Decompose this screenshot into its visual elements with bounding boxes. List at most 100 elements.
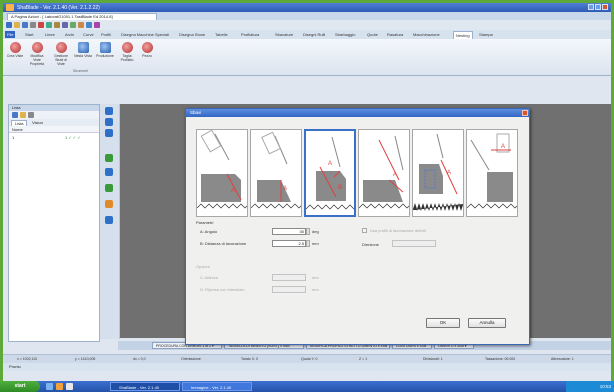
paste-icon[interactable] <box>54 22 60 28</box>
print-icon[interactable] <box>30 22 36 28</box>
draw-tool-icon[interactable] <box>105 184 113 192</box>
taskbar-item-shablade[interactable]: ShaBlade - Ver. 2.1.40 <box>110 382 180 391</box>
list-item-status: 1 ✓ ✓ ✓ <box>65 135 81 140</box>
menu-tabelle[interactable]: Tabelle <box>213 31 230 38</box>
minimize-button[interactable] <box>588 4 594 10</box>
menu-quote[interactable]: Quote <box>365 31 380 38</box>
maximize-button[interactable] <box>595 4 601 10</box>
angle-spinner[interactable] <box>306 228 310 235</box>
svg-text:A: A <box>283 186 287 192</box>
zoom-tool-icon[interactable] <box>105 200 113 208</box>
strategy-1-illustration: A <box>197 130 247 209</box>
strategy-option-1[interactable]: A <box>196 129 248 217</box>
new-file-icon[interactable] <box>6 22 12 28</box>
rotate-tool-icon[interactable] <box>105 129 113 137</box>
show-desktop-icon[interactable] <box>46 383 53 390</box>
menu-disegna-stone[interactable]: Disegna Stone <box>177 31 207 38</box>
ribbon: Crea Viste Modifica Viste Proprietà Gest… <box>3 39 611 76</box>
close-button[interactable] <box>602 4 608 10</box>
browser-icon[interactable] <box>56 383 63 390</box>
distance-spinner[interactable] <box>306 240 310 247</box>
gap-input[interactable] <box>272 286 306 293</box>
strategy-option-5[interactable]: A <box>412 129 464 217</box>
start-button[interactable]: start <box>0 381 40 392</box>
pan-tool-icon[interactable] <box>105 216 113 224</box>
menu-disegni-rulli[interactable]: Disegni Rulli <box>301 31 327 38</box>
menu-file[interactable]: File <box>5 31 16 38</box>
vertical-toolbar <box>100 104 120 339</box>
cut-icon[interactable] <box>38 22 44 28</box>
menu-profilatura[interactable]: Profilatura <box>239 31 261 38</box>
document-tab[interactable]: A Pagina Azioni - [ LaboratG1001.1 TastB… <box>7 13 157 20</box>
ribbon-button-nesta-vista[interactable]: Nesta Vista <box>73 42 93 58</box>
menu-start[interactable]: Start <box>23 31 35 38</box>
zoom-z: Z = 1 <box>359 357 368 361</box>
cancel-button[interactable]: Annulla <box>468 318 506 328</box>
save-icon[interactable] <box>22 22 28 28</box>
ribbon-button-crea-viste[interactable]: Crea Viste <box>5 42 25 58</box>
list-item[interactable]: 1 <box>9 134 99 141</box>
status-bar: Pronto <box>3 363 611 371</box>
strategy-option-4[interactable]: A <box>358 129 410 217</box>
measure-tool-icon[interactable] <box>105 154 113 162</box>
angle-input[interactable]: 30 <box>272 228 306 235</box>
coord-x: x = 1002,110 <box>17 357 38 361</box>
layers-manager-icon <box>55 42 67 53</box>
list-tool-icon[interactable] <box>12 112 18 118</box>
ribbon-button-gestione-strati[interactable]: Gestione Strati di Viste <box>51 42 71 66</box>
menu-macchinazione[interactable]: Macchinazione <box>411 31 442 38</box>
height-label: C: Altezza <box>200 275 219 280</box>
snap-tool-icon[interactable] <box>105 168 113 176</box>
strategy-option-6[interactable]: A <box>466 129 518 217</box>
ok-button[interactable]: OK <box>426 318 460 328</box>
menu-curve[interactable]: Curve <box>81 31 96 38</box>
copy-icon[interactable] <box>46 22 52 28</box>
status-text: Pronto <box>9 364 21 369</box>
strategy-option-3[interactable]: A B <box>304 129 356 217</box>
open-folder-icon[interactable] <box>14 22 20 28</box>
undo-icon[interactable] <box>62 22 68 28</box>
menu-archi[interactable]: Archi <box>63 31 76 38</box>
select-tool-icon[interactable] <box>105 107 113 115</box>
distance-unit: mm <box>312 241 319 246</box>
distance-input[interactable]: 2.5 <box>272 240 306 247</box>
nest-view-icon <box>77 42 89 53</box>
ribbon-button-taglia-profilato[interactable]: Taglia Profilato <box>117 42 137 62</box>
edit-view-icon <box>31 42 43 53</box>
menu-sbarbaggio[interactable]: Sbarbaggio <box>333 31 357 38</box>
production-icon <box>99 42 111 53</box>
menu-disegna-macchine-speciali[interactable]: Disegna Macchine Speciali <box>119 31 171 38</box>
title-bar: ShaBlade - Ver. 2.1.40 (Ver. 2.1.2.22) <box>3 3 611 12</box>
strategy-3-illustration: A B <box>306 136 354 210</box>
strategy-option-2[interactable]: A <box>250 129 302 217</box>
redo-icon[interactable] <box>70 22 76 28</box>
menu-sbavature[interactable]: Sbavature <box>273 31 295 38</box>
menu-rasatura[interactable]: Rasatura <box>385 31 405 38</box>
zoom-icon[interactable] <box>78 22 84 28</box>
height-input[interactable] <box>272 274 306 281</box>
angle-label: A: Angolo <box>200 229 218 234</box>
dialog-close-button[interactable] <box>522 110 528 116</box>
grid-icon[interactable] <box>86 22 92 28</box>
menu-stampa[interactable]: Stampa <box>477 31 495 38</box>
taskbar-item-immagine[interactable]: Immagine - Ver. 2.1.40 <box>182 382 252 391</box>
list-column-header: Nome <box>9 126 99 133</box>
ribbon-button-pezzo[interactable]: Pezzo <box>137 42 157 58</box>
ribbon-button-modifica-viste[interactable]: Modifica Viste Proprietà <box>27 42 47 66</box>
move-tool-icon[interactable] <box>105 118 113 126</box>
explorer-icon[interactable] <box>66 383 73 390</box>
gap-unit: mm <box>312 287 319 292</box>
list-panel: Lista Lista Vision Nome 1 1 ✓ ✓ ✓ <box>8 104 100 342</box>
svg-text:B: B <box>338 185 342 191</box>
ribbon-button-produzione[interactable]: Produzione <box>95 42 115 58</box>
menu-nesting[interactable]: Nesting <box>453 31 473 39</box>
layers-icon[interactable] <box>94 22 100 28</box>
tassazione: Tassazione: 00:000 <box>485 357 516 361</box>
parameters-group-title: Parametri <box>196 220 214 225</box>
direction-select[interactable] <box>392 240 436 247</box>
use-profiles-checkbox[interactable] <box>362 228 367 233</box>
list-filter-icon[interactable] <box>20 112 26 118</box>
menu-linee[interactable]: Linee <box>43 31 57 38</box>
menu-profili[interactable]: Profili <box>99 31 113 38</box>
list-refresh-icon[interactable] <box>28 112 34 118</box>
